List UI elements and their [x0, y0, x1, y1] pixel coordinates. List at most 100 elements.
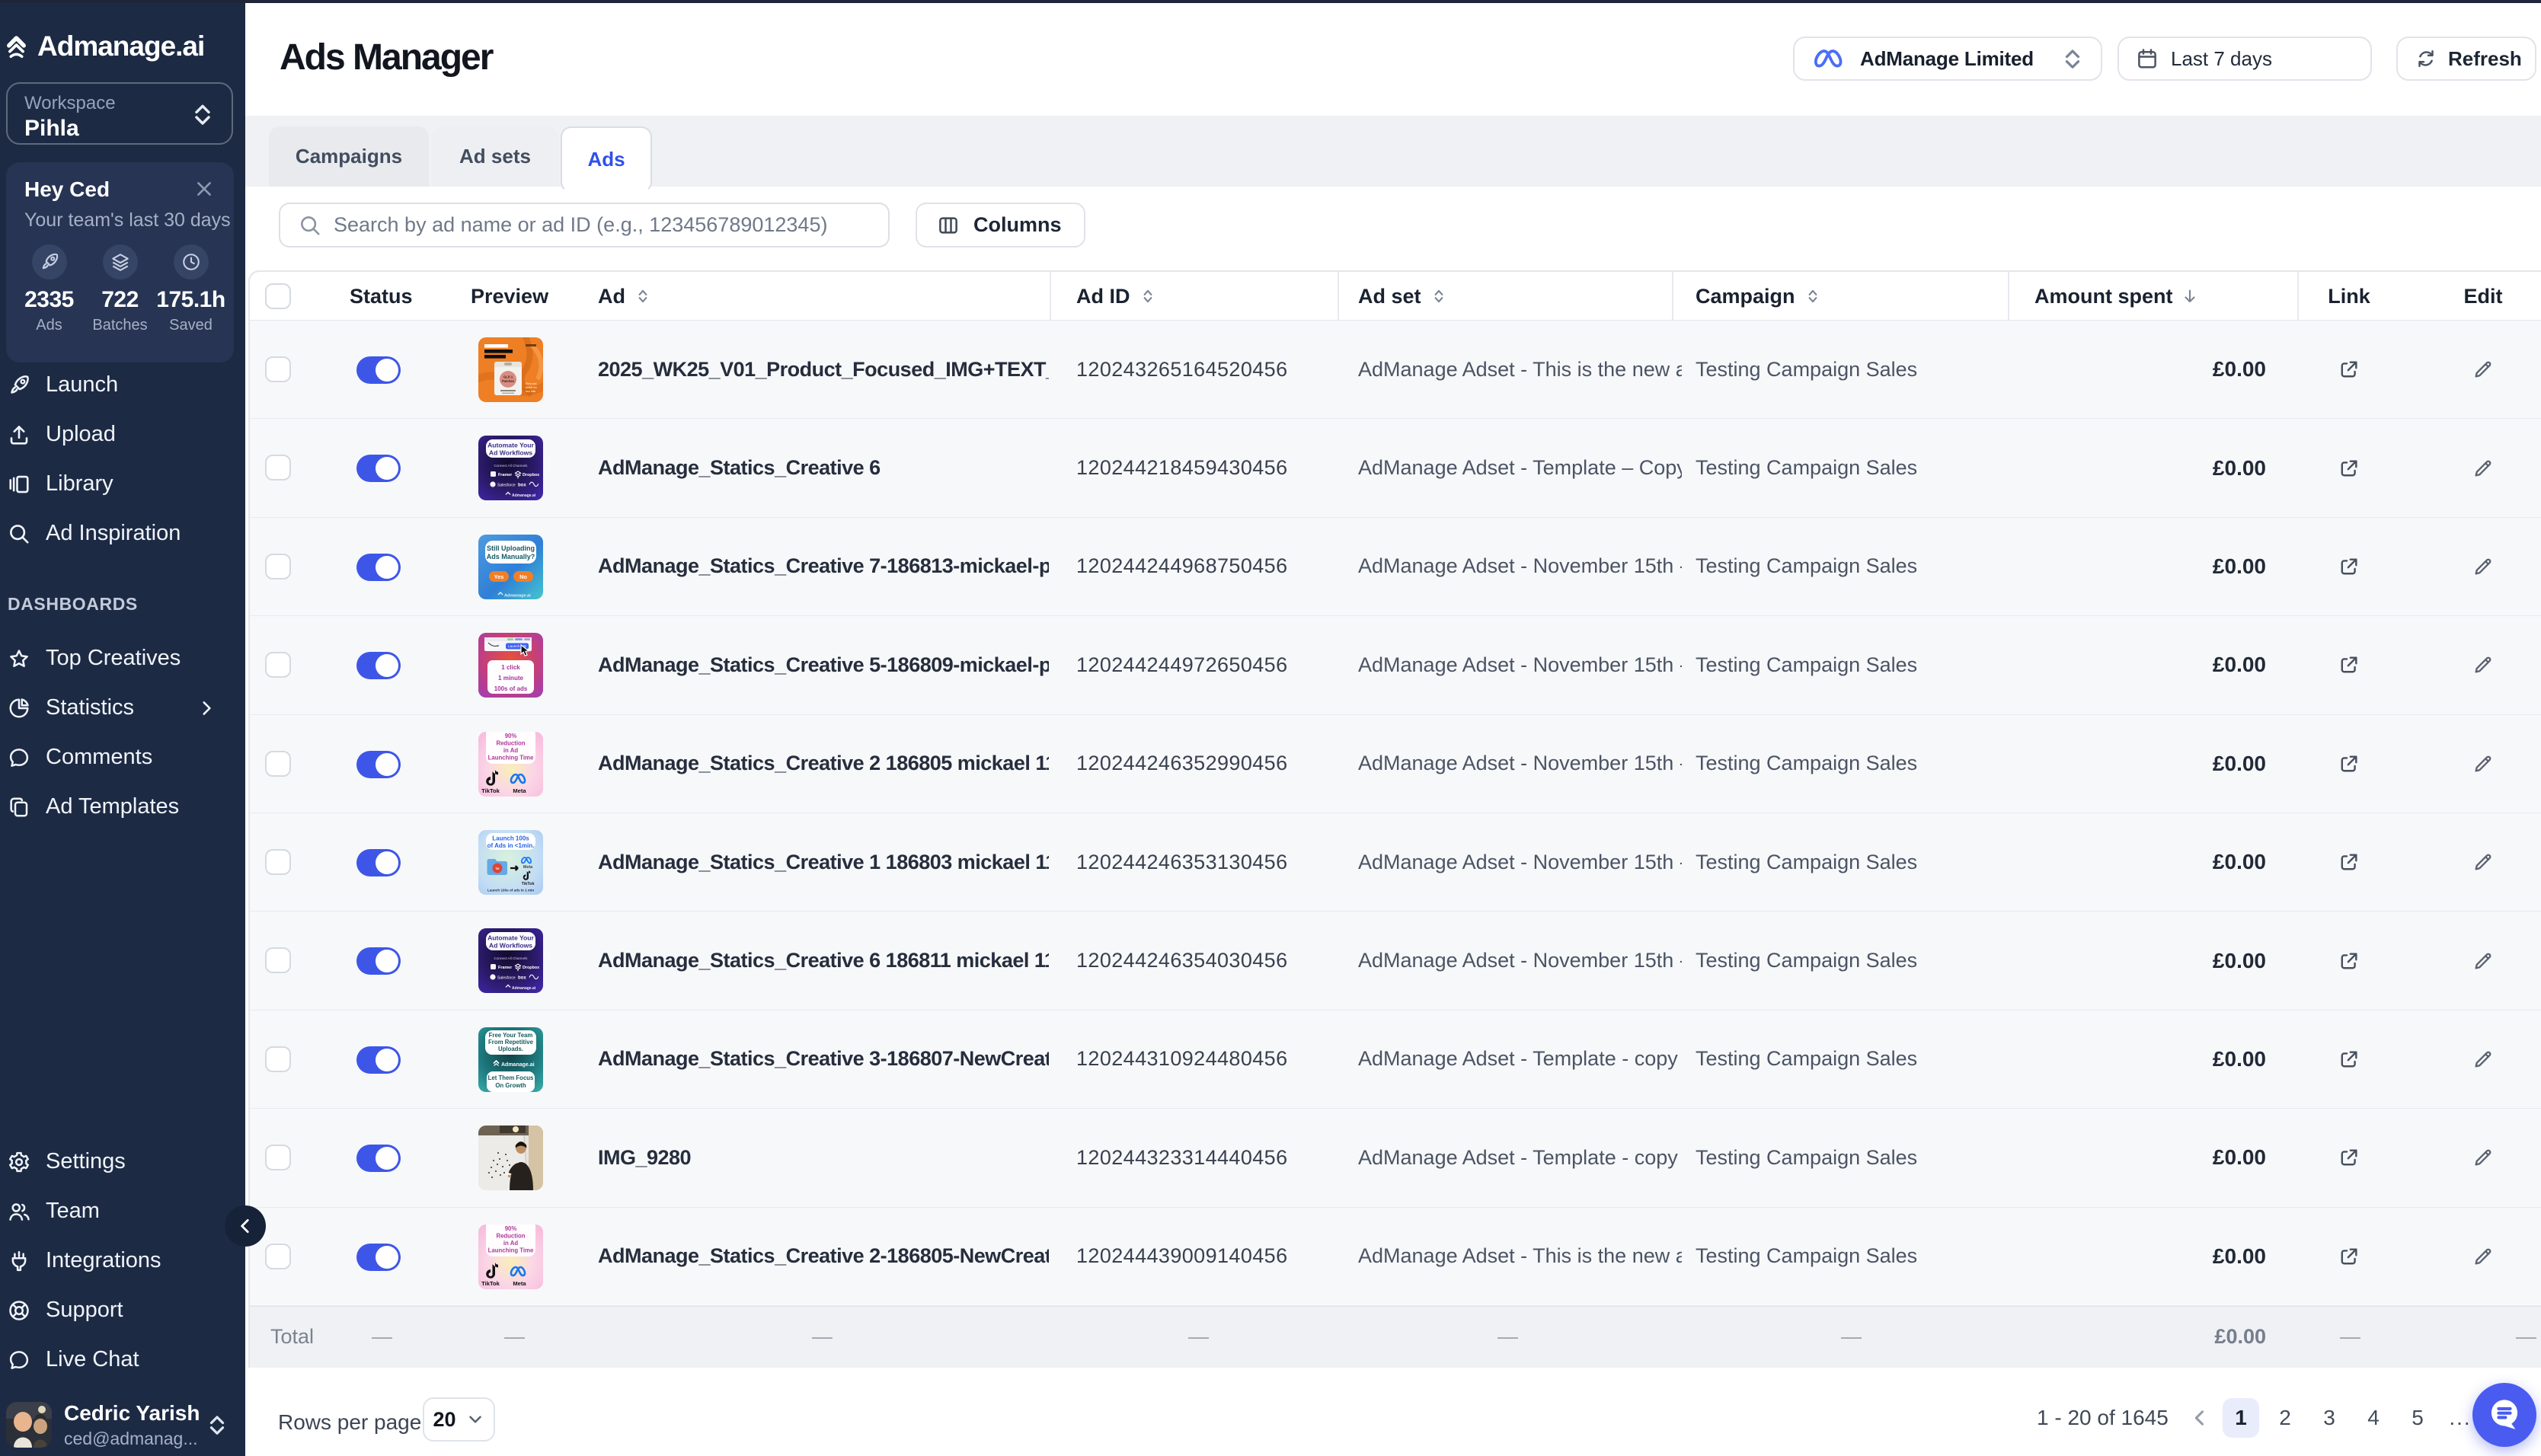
sidebar-item-support[interactable]: Support — [0, 1285, 245, 1335]
tab-campaigns[interactable]: Campaigns — [269, 126, 429, 187]
edit-pencil-icon[interactable] — [2460, 1208, 2506, 1305]
sidebar-item-statistics[interactable]: Statistics — [0, 683, 245, 733]
sidebar-item-library[interactable]: Library — [0, 459, 245, 509]
rows-per-page-select[interactable]: 20 — [423, 1397, 495, 1442]
external-link-icon[interactable] — [2326, 1109, 2372, 1206]
edit-pencil-icon[interactable] — [2460, 419, 2506, 516]
sidebar-item-integrations[interactable]: Integrations — [0, 1236, 245, 1285]
sidebar-item-live-chat[interactable]: Live Chat — [0, 1335, 245, 1384]
ad-preview-thumbnail[interactable]: Automate YourAd WorkflowsConnect All Cha… — [478, 436, 543, 500]
ad-preview-thumbnail[interactable] — [478, 1126, 543, 1190]
sidebar-item-settings[interactable]: Settings — [0, 1137, 245, 1186]
status-toggle-on[interactable] — [356, 1046, 401, 1074]
status-toggle-on[interactable] — [356, 751, 401, 778]
page-4[interactable]: 4 — [2355, 1398, 2392, 1438]
column-header-ad-set[interactable]: Ad set — [1358, 272, 1449, 321]
external-link-icon[interactable] — [2326, 1011, 2372, 1108]
prev-page-chevron-icon[interactable] — [2185, 1407, 2215, 1429]
sidebar-item-top-creatives[interactable]: Top Creatives — [0, 634, 245, 683]
edit-pencil-icon[interactable] — [2460, 813, 2506, 911]
column-header-ad[interactable]: Ad — [598, 272, 653, 321]
sidebar-item-team[interactable]: Team — [0, 1186, 245, 1236]
tab-ads[interactable]: Ads — [561, 126, 652, 193]
ad-preview-thumbnail[interactable]: Launch ads1 click1 minute100s of ads — [478, 633, 543, 698]
status-toggle-on[interactable] — [356, 849, 401, 876]
ad-preview-thumbnail[interactable]: Free Your TeamFrom RepetitiveUploads.Adm… — [478, 1027, 543, 1092]
ad-name[interactable]: AdManage_Statics_Creative 5-186809-micka… — [598, 616, 1049, 714]
row-checkbox[interactable] — [265, 947, 291, 973]
sidebar-item-launch[interactable]: Launch — [0, 360, 245, 410]
column-header-status[interactable]: Status — [350, 272, 413, 321]
edit-pencil-icon[interactable] — [2460, 1011, 2506, 1108]
date-range-picker[interactable]: Last 7 days — [2118, 37, 2372, 81]
ad-name[interactable]: AdManage_Statics_Creative 6 186811 micka… — [598, 912, 1049, 1009]
edit-pencil-icon[interactable] — [2460, 518, 2506, 615]
ad-name[interactable]: AdManage_Statics_Creative 1 186803 micka… — [598, 813, 1049, 911]
external-link-icon[interactable] — [2326, 1208, 2372, 1305]
row-checkbox[interactable] — [265, 1244, 291, 1269]
row-checkbox[interactable] — [265, 554, 291, 580]
status-toggle-on[interactable] — [356, 356, 401, 384]
status-toggle-on[interactable] — [356, 455, 401, 482]
ad-name[interactable]: AdManage_Statics_Creative 6 — [598, 419, 1049, 516]
external-link-icon[interactable] — [2326, 321, 2372, 418]
ad-preview-thumbnail[interactable]: Launch 100sof Ads in <1min.TIKMetaTikTok… — [478, 830, 543, 895]
external-link-icon[interactable] — [2326, 813, 2372, 911]
edit-pencil-icon[interactable] — [2460, 321, 2506, 418]
external-link-icon[interactable] — [2326, 912, 2372, 1009]
column-header-preview[interactable]: Preview — [471, 272, 548, 321]
page-5[interactable]: 5 — [2399, 1398, 2436, 1438]
select-all-checkbox[interactable] — [265, 283, 291, 309]
close-icon[interactable] — [194, 179, 214, 199]
column-header-amount-spent[interactable]: Amount spent — [2034, 272, 2199, 321]
sidebar-collapse-button[interactable] — [225, 1205, 266, 1247]
external-link-icon[interactable] — [2326, 616, 2372, 714]
search-input[interactable] — [334, 213, 888, 237]
edit-pencil-icon[interactable] — [2460, 912, 2506, 1009]
sidebar-item-comments[interactable]: Comments — [0, 733, 245, 782]
status-toggle-on[interactable] — [356, 947, 401, 975]
tab-ad-sets[interactable]: Ad sets — [432, 126, 558, 187]
external-link-icon[interactable] — [2326, 518, 2372, 615]
row-checkbox[interactable] — [265, 1046, 291, 1072]
ad-preview-thumbnail[interactable]: GLP-1PatchesFind outmore onour site — [478, 337, 543, 402]
ad-name[interactable]: AdManage_Statics_Creative 3-186807-NewCr… — [598, 1011, 1049, 1108]
row-checkbox[interactable] — [265, 356, 291, 382]
column-header-campaign[interactable]: Campaign — [1696, 272, 1823, 321]
external-link-icon[interactable] — [2326, 419, 2372, 516]
status-toggle-on[interactable] — [356, 554, 401, 581]
page-3[interactable]: 3 — [2311, 1398, 2348, 1438]
ad-preview-thumbnail[interactable]: Automate YourAd WorkflowsConnect All Cha… — [478, 928, 543, 993]
workspace-selector[interactable]: Workspace Pihla — [6, 82, 233, 145]
edit-pencil-icon[interactable] — [2460, 616, 2506, 714]
ad-name[interactable]: AdManage_Statics_Creative 2-186805-NewCr… — [598, 1208, 1049, 1305]
user-menu[interactable]: Cedric Yarish ced@admanag... — [6, 1400, 235, 1450]
ad-preview-thumbnail[interactable]: 90%Reductionin AdLaunching TimeTikTokMet… — [478, 732, 543, 797]
brand[interactable]: Admanage.ai — [5, 30, 204, 62]
sidebar-item-ad-templates[interactable]: Ad Templates — [0, 782, 245, 832]
row-checkbox[interactable] — [265, 1145, 291, 1170]
sidebar-item-upload[interactable]: Upload — [0, 410, 245, 459]
sidebar-item-ad-inspiration[interactable]: Ad Inspiration — [0, 509, 245, 558]
status-toggle-on[interactable] — [356, 1145, 401, 1172]
ad-name[interactable]: AdManage_Statics_Creative 2 186805 micka… — [598, 715, 1049, 813]
column-header-ad-id[interactable]: Ad ID — [1076, 272, 1158, 321]
edit-pencil-icon[interactable] — [2460, 715, 2506, 813]
ad-name[interactable]: 2025_WK25_V01_Product_Focused_IMG+TEXT_G… — [598, 321, 1049, 418]
status-toggle-on[interactable] — [356, 1244, 401, 1271]
status-toggle-on[interactable] — [356, 652, 401, 679]
ad-preview-thumbnail[interactable]: 90%Reductionin AdLaunching TimeTikTokMet… — [478, 1225, 543, 1289]
live-chat-fab[interactable] — [2472, 1383, 2536, 1447]
row-checkbox[interactable] — [265, 849, 291, 875]
ad-name[interactable]: AdManage_Statics_Creative 7-186813-micka… — [598, 518, 1049, 615]
columns-button[interactable]: Columns — [916, 203, 1085, 247]
edit-pencil-icon[interactable] — [2460, 1109, 2506, 1206]
row-checkbox[interactable] — [265, 652, 291, 678]
ad-preview-thumbnail[interactable]: Still UploadingAds Manually?YesNoAdmanag… — [478, 535, 543, 599]
ad-name[interactable]: IMG_9280 — [598, 1109, 1049, 1206]
account-selector[interactable]: AdManage Limited — [1793, 37, 2102, 81]
page-1[interactable]: 1 — [2223, 1398, 2259, 1438]
page-2[interactable]: 2 — [2267, 1398, 2303, 1438]
row-checkbox[interactable] — [265, 455, 291, 481]
row-checkbox[interactable] — [265, 751, 291, 777]
